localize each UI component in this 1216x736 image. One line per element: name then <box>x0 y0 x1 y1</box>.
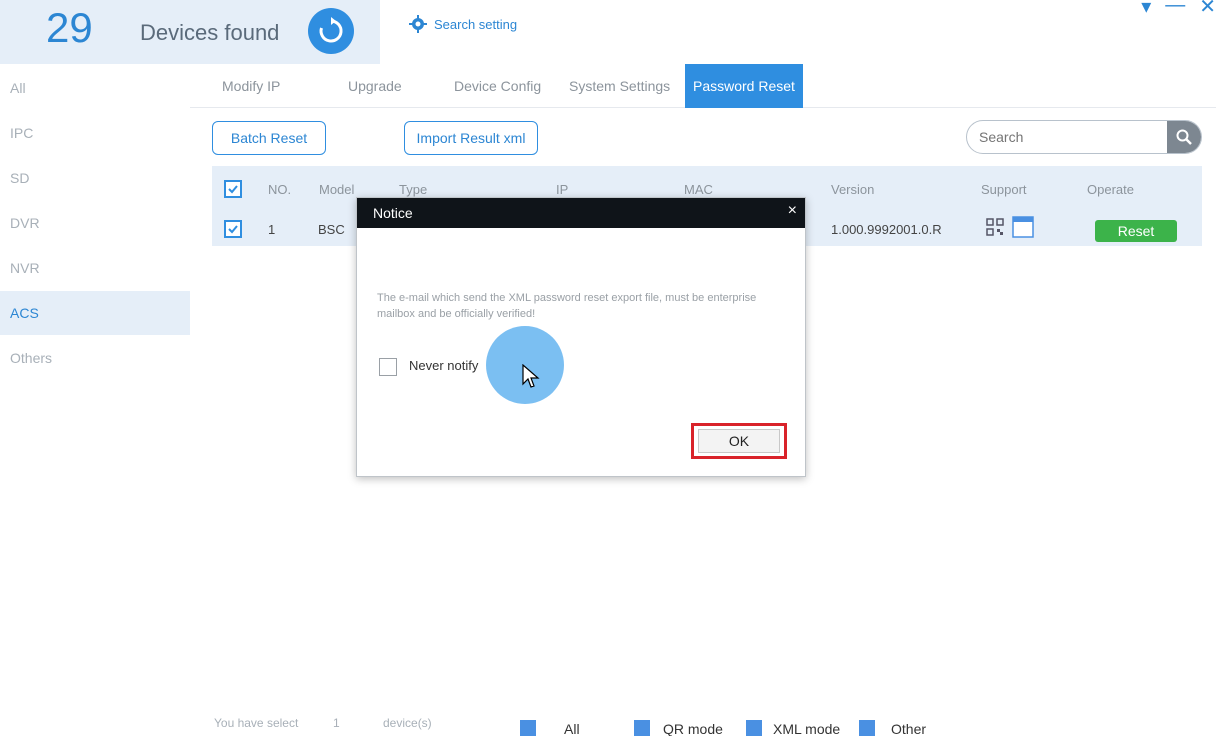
select-all-checkbox[interactable] <box>224 180 242 198</box>
dialog-title: Notice <box>357 198 805 228</box>
sidebar-item-label: Others <box>10 350 53 366</box>
legend-xml-label: XML mode <box>773 721 841 736</box>
ok-highlight: OK <box>691 423 787 459</box>
search-icon <box>1176 129 1192 145</box>
col-version: Version <box>831 182 875 197</box>
search-button[interactable] <box>1167 121 1201 153</box>
dialog-message: The e-mail which send the XML password r… <box>377 292 757 320</box>
reset-button[interactable]: Reset <box>1095 220 1177 242</box>
tab-system-settings[interactable]: System Settings <box>569 64 670 108</box>
close-window-icon[interactable]: ✕ <box>1199 0 1216 19</box>
search-box <box>966 120 1202 154</box>
tab-upgrade[interactable]: Upgrade <box>348 64 402 108</box>
ok-button[interactable]: OK <box>698 429 780 453</box>
check-icon <box>228 225 238 234</box>
check-icon <box>228 185 238 194</box>
search-setting-button[interactable]: Search setting <box>408 14 517 34</box>
devices-found-label: Devices found <box>140 20 280 45</box>
col-no: NO. <box>268 182 292 197</box>
row-checkbox[interactable] <box>224 220 242 238</box>
sidebar-item-label: IPC <box>10 125 34 141</box>
dialog-close-icon[interactable]: × <box>788 202 797 220</box>
sidebar-item-acs[interactable]: ACS <box>0 291 190 335</box>
sidebar-item-label: DVR <box>10 215 40 231</box>
notice-dialog: Notice × The e-mail which send the XML p… <box>356 197 806 477</box>
col-model: Model <box>319 182 355 197</box>
sidebar-item-label: SD <box>10 170 30 186</box>
row-no: 1 <box>268 222 276 237</box>
col-ip: IP <box>556 182 569 197</box>
refresh-button[interactable] <box>308 8 354 54</box>
import-result-button[interactable]: Import Result xml <box>404 121 538 155</box>
legend-other-swatch <box>859 720 875 736</box>
sidebar-item-label: NVR <box>10 260 40 276</box>
tab-bar: Modify IP Upgrade Device Config System S… <box>190 64 1216 108</box>
xml-file-icon <box>1012 216 1034 243</box>
col-type: Type <box>399 182 428 197</box>
selection-prefix: You have select <box>214 716 299 730</box>
legend-qr-label: QR mode <box>663 721 723 736</box>
selection-suffix: device(s) <box>383 716 432 730</box>
selection-count: 1 <box>333 716 340 730</box>
col-operate: Operate <box>1087 182 1134 197</box>
legend-xml-swatch <box>746 720 762 736</box>
sidebar: All IPC SD DVR NVR ACS Others <box>0 64 190 736</box>
refresh-icon <box>319 17 343 43</box>
col-mac: MAC <box>684 182 713 197</box>
gear-icon <box>409 15 427 33</box>
search-input[interactable] <box>967 121 1167 153</box>
never-notify-checkbox[interactable] <box>379 358 397 376</box>
row-model: BSC <box>318 222 345 237</box>
sidebar-item-label: ACS <box>10 305 39 321</box>
sidebar-item-ipc[interactable]: IPC <box>0 111 190 155</box>
sidebar-item-dvr[interactable]: DVR <box>0 201 190 245</box>
legend-all-label: All <box>564 721 580 736</box>
sidebar-item-label: All <box>10 80 26 96</box>
batch-reset-button[interactable]: Batch Reset <box>212 121 326 155</box>
device-count: 29 <box>46 4 93 51</box>
col-support: Support <box>981 182 1027 197</box>
cursor-icon <box>522 363 542 395</box>
sidebar-item-others[interactable]: Others <box>0 336 190 380</box>
tab-modify-ip[interactable]: Modify IP <box>222 64 280 108</box>
sidebar-item-sd[interactable]: SD <box>0 156 190 200</box>
never-notify-label: Never notify <box>409 358 479 373</box>
legend-other-label: Other <box>891 721 927 736</box>
window-controls: ▾ — ✕ <box>1141 0 1216 19</box>
qr-code-icon <box>986 218 1004 241</box>
legend-qr-swatch <box>634 720 650 736</box>
tab-device-config[interactable]: Device Config <box>454 64 541 108</box>
sidebar-item-all[interactable]: All <box>0 66 190 110</box>
sidebar-item-nvr[interactable]: NVR <box>0 246 190 290</box>
row-version: 1.000.9992001.0.R <box>831 222 942 237</box>
search-setting-label: Search setting <box>434 16 518 32</box>
dropdown-icon[interactable]: ▾ <box>1141 0 1151 19</box>
tab-password-reset[interactable]: Password Reset <box>685 64 803 108</box>
legend-all-swatch <box>520 720 536 736</box>
minimize-icon[interactable]: — <box>1165 0 1185 19</box>
